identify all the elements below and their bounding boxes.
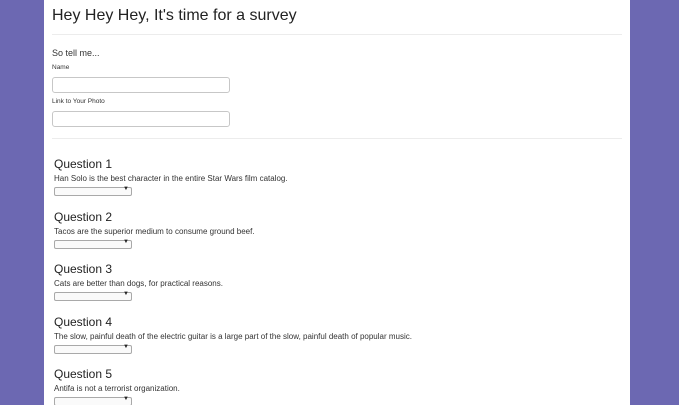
photo-link-input[interactable]	[52, 111, 230, 127]
question-text: Cats are better than dogs, for practical…	[54, 279, 223, 288]
question-5: Question 5 Antifa is not a terrorist org…	[54, 367, 614, 405]
question-3: Question 3 Cats are better than dogs, fo…	[54, 262, 614, 301]
question-2-select[interactable]: ▼	[54, 239, 132, 249]
question-5-select[interactable]: ▼	[54, 396, 132, 405]
question-text: The slow, painful death of the electric …	[54, 332, 412, 341]
name-label: Name	[52, 64, 70, 71]
intro-text: So tell me...	[52, 48, 100, 58]
question-title: Question 1	[54, 157, 113, 171]
question-1: Question 1 Han Solo is the best characte…	[54, 157, 614, 196]
question-title: Question 2	[54, 210, 113, 224]
divider	[52, 138, 622, 139]
question-4-select[interactable]: ▼	[54, 344, 132, 354]
chevron-down-icon: ▼	[123, 396, 129, 402]
name-input[interactable]	[52, 77, 230, 93]
question-4: Question 4 The slow, painful death of th…	[54, 315, 614, 354]
question-1-select[interactable]: ▼	[54, 186, 132, 196]
chevron-down-icon: ▼	[123, 291, 129, 297]
question-2: Question 2 Tacos are the superior medium…	[54, 210, 614, 249]
divider	[52, 34, 622, 35]
photo-link-label: Link to Your Photo	[52, 98, 105, 105]
question-title: Question 4	[54, 315, 113, 329]
chevron-down-icon: ▼	[123, 344, 129, 350]
question-title: Question 5	[54, 367, 113, 381]
chevron-down-icon: ▼	[123, 186, 129, 192]
chevron-down-icon: ▼	[123, 239, 129, 245]
question-title: Question 3	[54, 262, 113, 276]
page-title: Hey Hey Hey, It's time for a survey	[52, 7, 297, 24]
question-text: Antifa is not a terrorist organization.	[54, 384, 180, 393]
question-text: Tacos are the superior medium to consume…	[54, 227, 255, 236]
question-3-select[interactable]: ▼	[54, 291, 132, 301]
survey-card: Hey Hey Hey, It's time for a survey So t…	[44, 0, 630, 405]
question-text: Han Solo is the best character in the en…	[54, 174, 288, 183]
